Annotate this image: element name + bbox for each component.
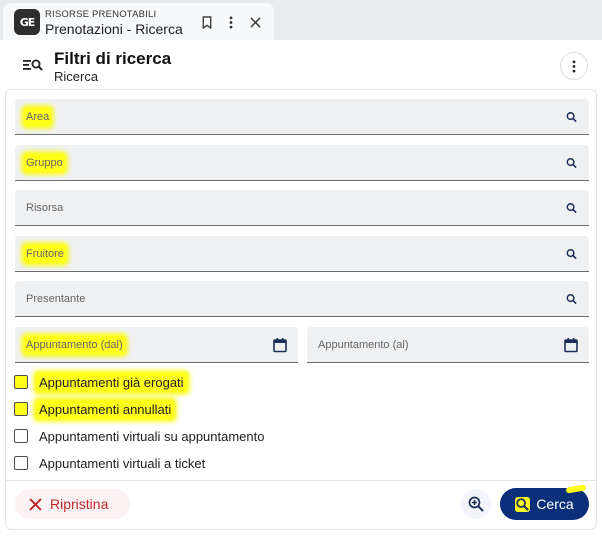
app-logo-icon: GE: [14, 9, 40, 35]
more-vert-icon[interactable]: [223, 14, 239, 30]
gruppo-field-label: Gruppo: [24, 153, 65, 172]
filter-search-icon: [23, 58, 43, 77]
reset-button[interactable]: Ripristina: [15, 489, 130, 519]
search-icon[interactable]: [566, 111, 577, 122]
gruppo-field[interactable]: Gruppo: [15, 145, 589, 181]
search-icon: [515, 496, 531, 512]
checkbox-row-virtuali-ticket[interactable]: Appuntamenti virtuali a ticket: [14, 452, 208, 474]
search-icon[interactable]: [566, 293, 577, 304]
checkbox-virtuali-ticket[interactable]: [14, 456, 28, 470]
panel-header: Filtri di ricerca Ricerca: [0, 40, 602, 90]
bookmark-icon[interactable]: [199, 14, 215, 30]
search-icon[interactable]: [566, 157, 577, 168]
fruitore-field-label: Fruitore: [24, 244, 66, 263]
page-subtitle: Ricerca: [54, 69, 99, 84]
checkbox-erogati[interactable]: [14, 375, 28, 389]
checkbox-row-virtuali-appuntamento[interactable]: Appuntamenti virtuali su appuntamento: [14, 425, 267, 447]
search-icon[interactable]: [566, 202, 577, 213]
checkbox-virtuali-appuntamento-label: Appuntamenti virtuali su appuntamento: [39, 428, 265, 444]
risorsa-field-label: Risorsa: [26, 201, 64, 214]
area-field-label: Area: [24, 107, 52, 126]
checkbox-row-erogati[interactable]: Appuntamenti già erogati: [14, 371, 187, 393]
checkbox-annullati-label: Appuntamenti annullati: [36, 399, 175, 419]
presentante-field[interactable]: Presentante: [15, 281, 589, 317]
zoom-in-icon: [468, 496, 484, 512]
risorsa-field[interactable]: Risorsa: [15, 190, 589, 226]
page-title: Filtri di ricerca: [54, 49, 172, 68]
more-options-button[interactable]: [560, 52, 588, 80]
appuntamento-dal-field[interactable]: Appuntamento (dal): [15, 327, 298, 363]
checkbox-erogati-label: Appuntamenti già erogati: [36, 372, 187, 392]
tab-strip: GE RISORSE PRENOTABILI Prenotazioni - Ri…: [0, 0, 602, 40]
checkbox-virtuali-appuntamento[interactable]: [14, 429, 28, 443]
tab-app-name: RISORSE PRENOTABILI: [45, 9, 157, 20]
area-field[interactable]: Area: [15, 99, 589, 135]
appuntamento-dal-label: Appuntamento (dal): [24, 335, 125, 354]
presentante-field-label: Presentante: [26, 292, 86, 305]
calendar-icon[interactable]: [564, 337, 578, 352]
search-button[interactable]: Cerca: [500, 488, 589, 520]
close-icon: [29, 497, 42, 511]
reset-button-label: Ripristina: [50, 496, 109, 512]
calendar-icon[interactable]: [273, 337, 287, 352]
fruitore-field[interactable]: Fruitore: [15, 236, 589, 272]
tab-prenotazioni-ricerca[interactable]: GE RISORSE PRENOTABILI Prenotazioni - Ri…: [3, 3, 274, 40]
close-icon[interactable]: [247, 14, 263, 30]
checkbox-virtuali-ticket-label: Appuntamenti virtuali a ticket: [39, 455, 206, 471]
appuntamento-al-label: Appuntamento (al): [318, 338, 409, 351]
search-icon[interactable]: [566, 248, 577, 259]
footer-divider: [6, 480, 596, 481]
appuntamento-al-field[interactable]: Appuntamento (al): [307, 327, 589, 363]
checkbox-row-annullati[interactable]: Appuntamenti annullati: [14, 398, 175, 420]
tab-title: Prenotazioni - Ricerca: [45, 21, 183, 37]
more-vert-icon: [572, 59, 576, 73]
checkbox-annullati[interactable]: [14, 402, 28, 416]
zoom-in-button[interactable]: [461, 489, 491, 519]
search-button-label: Cerca: [536, 496, 574, 512]
